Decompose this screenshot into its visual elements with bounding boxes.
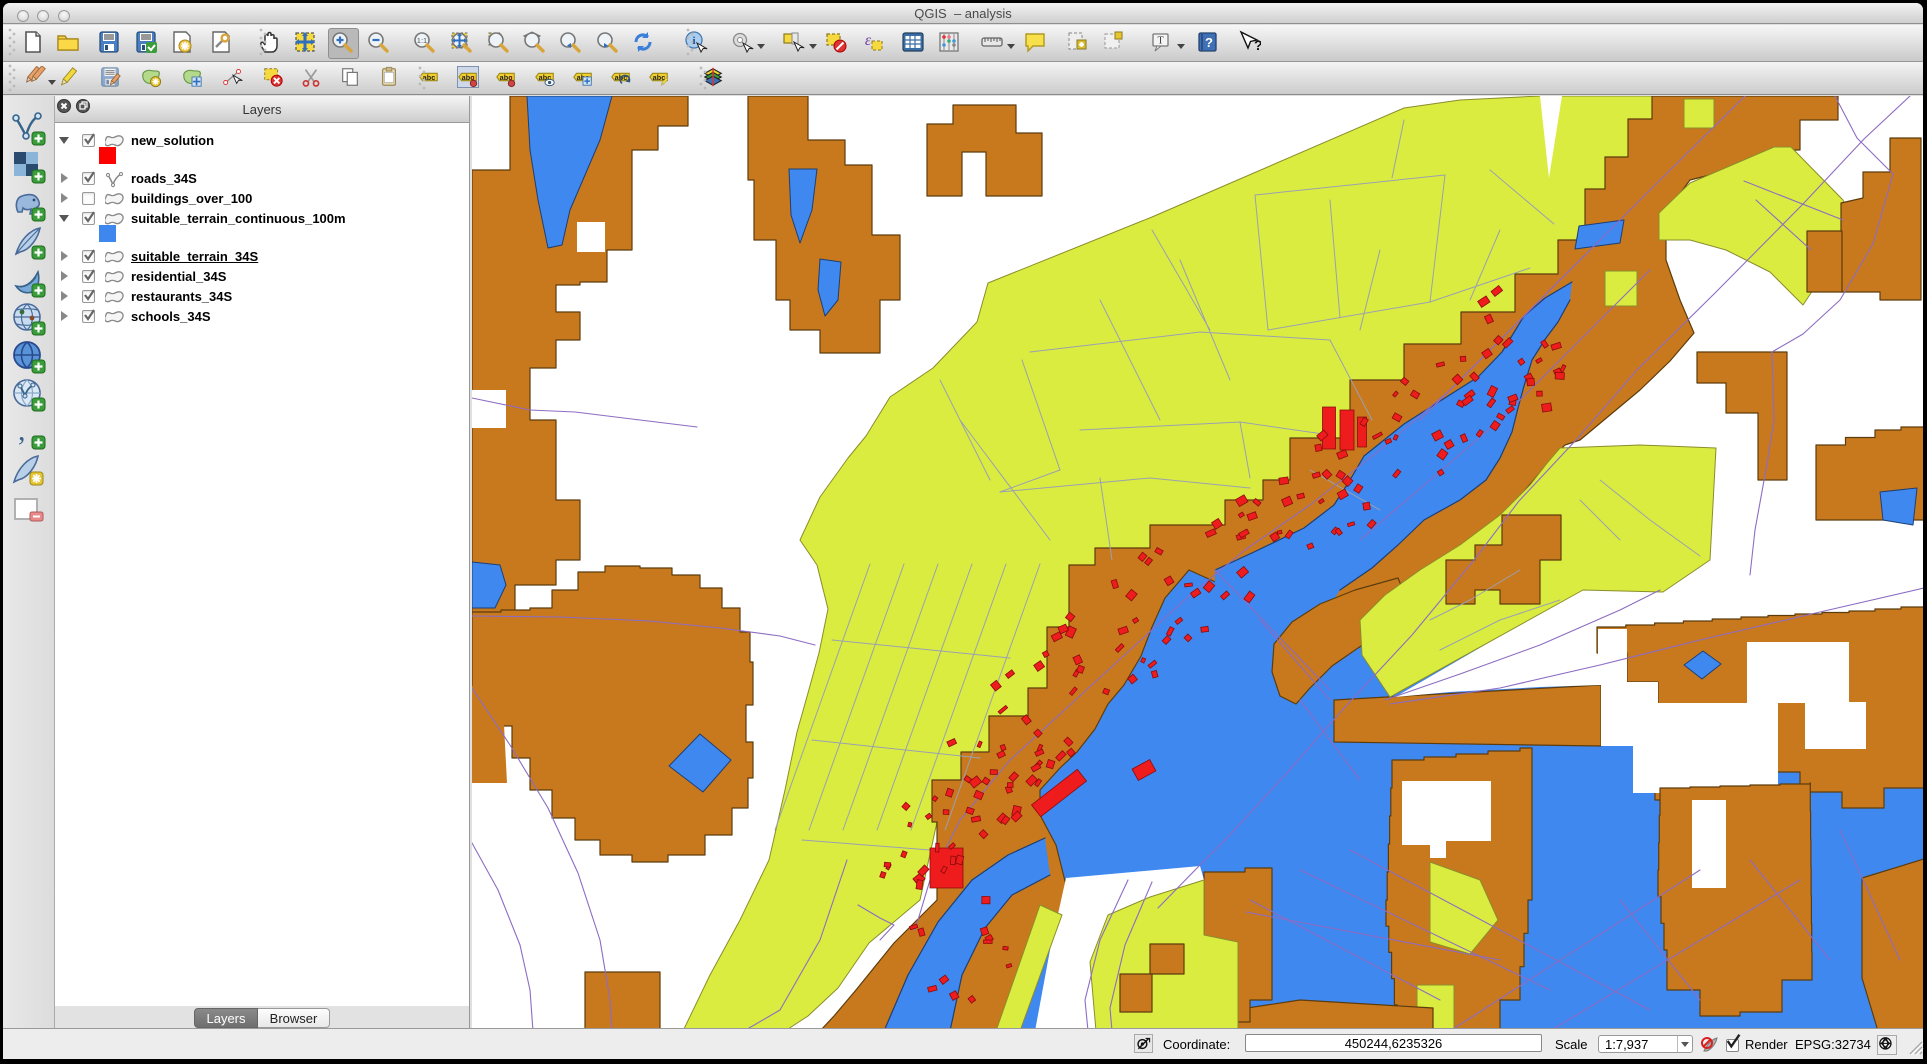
svg-text:abc: abc <box>653 73 666 82</box>
svg-text:T: T <box>1157 36 1163 47</box>
svg-text:ε: ε <box>865 32 872 49</box>
svg-text:?: ? <box>1254 37 1261 53</box>
svg-text:?: ? <box>1205 35 1213 50</box>
svg-text:1:1: 1:1 <box>417 36 427 45</box>
svg-text:,: , <box>18 414 26 447</box>
